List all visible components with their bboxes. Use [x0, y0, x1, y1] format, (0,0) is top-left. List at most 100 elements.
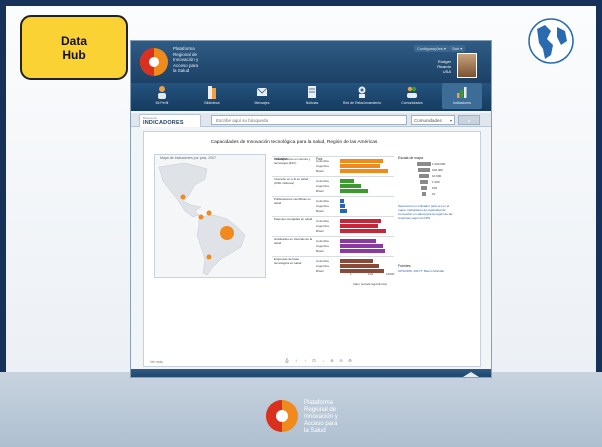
platform-logo-icon[interactable] — [137, 45, 171, 79]
toolbar-icon[interactable]: ↕ — [293, 358, 299, 363]
legend-note[interactable]: Seleccione un indicador para ver en el m… — [398, 204, 458, 220]
indicator-label[interactable]: Inversión en I+D en salud (USD millones) — [274, 177, 314, 185]
data-bar — [340, 209, 347, 213]
toolbar-icon[interactable]: ↑ — [302, 358, 308, 363]
settings-menu-button[interactable]: Configurações ▾ — [414, 45, 449, 52]
indicator-label[interactable]: Empresas de base tecnológica en salud — [274, 257, 314, 265]
toolbar-icon[interactable]: ↓ — [320, 358, 326, 363]
toolbar-icon[interactable]: ⚙ — [347, 358, 353, 363]
nav-item-news[interactable]: Noticias — [292, 83, 332, 109]
tab-indicators[interactable]: Búsqueda INDICADORES — [139, 114, 201, 127]
exit-menu-button[interactable]: Sair ▾ — [449, 45, 466, 52]
legend-swatch — [419, 174, 429, 178]
map-point-brasil[interactable] — [220, 226, 234, 240]
nav-label: Indicadores — [452, 101, 472, 105]
organization-globe-logo — [528, 18, 574, 64]
map-point-méxico[interactable] — [180, 194, 186, 200]
country-label: Argentina — [316, 264, 329, 268]
legend-value: 1 000 — [432, 180, 440, 184]
chevron-down-icon: ▾ — [449, 118, 452, 123]
country-label: Argentina — [316, 244, 329, 248]
data-bar — [340, 184, 361, 188]
legend-swatch — [418, 168, 430, 172]
axis-tick-label: 10000 — [386, 272, 395, 276]
country-label: Brasil — [316, 169, 324, 173]
community-select[interactable]: Comunidades ▾ — [411, 115, 455, 125]
footer-logo-text: Plataforma Regional de Innovación y Acce… — [304, 400, 338, 434]
profile-icon — [158, 86, 166, 99]
data-bar — [340, 159, 383, 163]
indicator-label[interactable]: Graduados en ciencias de la salud — [274, 237, 314, 245]
nav-label: Mensajes — [254, 101, 270, 105]
legend-value: 1 000 000 — [432, 162, 446, 166]
country-label: Colombia — [316, 259, 329, 263]
toolbar-icon[interactable]: ⎙ — [284, 358, 290, 363]
data-bar — [340, 199, 344, 203]
indicator-panel: Capacidades de Innovación tecnológica pa… — [143, 131, 481, 367]
data-bar — [340, 204, 345, 208]
see-more-link[interactable]: Ver más — [150, 360, 163, 364]
toolbar-icon[interactable]: ⊡ — [311, 358, 317, 363]
indicator-bar-table: Investigadores en ciencia y tecnología (… — [272, 156, 394, 276]
nav-item-messages[interactable]: Mensajes — [242, 83, 282, 109]
country-label: Colombia — [316, 199, 329, 203]
nav-item-library[interactable]: Biblioteca — [192, 83, 232, 109]
nav-label: Red de Relacionamiento — [342, 101, 382, 105]
messages-icon — [256, 87, 268, 96]
nav-label: Biblioteca — [204, 101, 220, 105]
data-bar — [340, 249, 385, 253]
app-footer — [131, 369, 491, 377]
country-label: Argentina — [316, 204, 329, 208]
data-bar — [340, 164, 380, 168]
library-icon — [208, 86, 216, 99]
legend-row: 100 000 — [398, 168, 458, 173]
country-label: Brasil — [316, 269, 324, 273]
table-row: Graduados en ciencias de la salud Colombi… — [272, 236, 394, 256]
platform-logo-icon — [266, 400, 298, 432]
legend-row: 10 — [398, 192, 458, 197]
country-label: Argentina — [316, 164, 329, 168]
avatar[interactable] — [457, 53, 477, 78]
axis-tick-label: 1 — [350, 272, 352, 276]
americas-map — [158, 162, 246, 276]
news-icon — [308, 86, 316, 98]
app-title: Plataforma Regional de Innovación y Acce… — [173, 46, 199, 73]
country-label: Argentina — [316, 184, 329, 188]
country-label: Colombia — [316, 179, 329, 183]
data-bar — [340, 244, 383, 248]
map-point-argentina[interactable] — [206, 254, 212, 260]
nav-item-indicators[interactable]: Indicadores — [442, 83, 482, 109]
indicators-icon — [457, 87, 467, 98]
main-nav: Mi Perfil Biblioteca Mensajes Noticias R… — [131, 83, 491, 111]
map-point-colombia[interactable] — [198, 214, 204, 220]
data-bar — [340, 179, 354, 183]
indicator-map[interactable] — [154, 154, 266, 278]
nav-label: Noticias — [305, 101, 319, 105]
chart-title: Capacidades de Innovación tecnológica pa… — [210, 140, 378, 145]
indicator-label[interactable]: Investigadores en ciencia y tecnología (… — [274, 157, 314, 165]
toolbar-icon[interactable]: ⊕ — [329, 358, 335, 363]
map-point-venezuela[interactable] — [206, 210, 212, 216]
nav-item-communities[interactable]: Comunidades — [392, 83, 432, 109]
search-input[interactable] — [211, 115, 407, 125]
data-bar — [340, 224, 378, 228]
table-row: Inversión en I+D en salud (USD millones)… — [272, 176, 394, 196]
nav-item-network[interactable]: Red de Relacionamiento — [342, 83, 382, 109]
legend-value: 10 000 — [432, 174, 442, 178]
legend-row: 100 — [398, 186, 458, 191]
nav-item-profile[interactable]: Mi Perfil — [142, 83, 182, 109]
community-select-value: Comunidades — [414, 118, 442, 123]
data-bar — [340, 189, 368, 193]
indicator-label[interactable]: Patentes otorgadas en salud — [274, 217, 314, 222]
search-button[interactable]: Ir — [458, 115, 480, 125]
bar-axis: 1 100 10000 — [340, 272, 400, 280]
toolbar-icon[interactable]: ⊖ — [338, 358, 344, 363]
country-label: Brasil — [316, 209, 324, 213]
axis-tick-label: 100 — [368, 272, 374, 276]
legend-swatch — [417, 162, 431, 166]
legend-value: 100 — [432, 186, 438, 190]
indicator-label[interactable]: Publicaciones científicas en salud — [274, 197, 314, 205]
data-bar — [340, 229, 386, 233]
country-label: Colombia — [316, 219, 329, 223]
sources-link[interactable]: OPS/OMS, RICYT, Banco Mundial — [398, 269, 458, 273]
